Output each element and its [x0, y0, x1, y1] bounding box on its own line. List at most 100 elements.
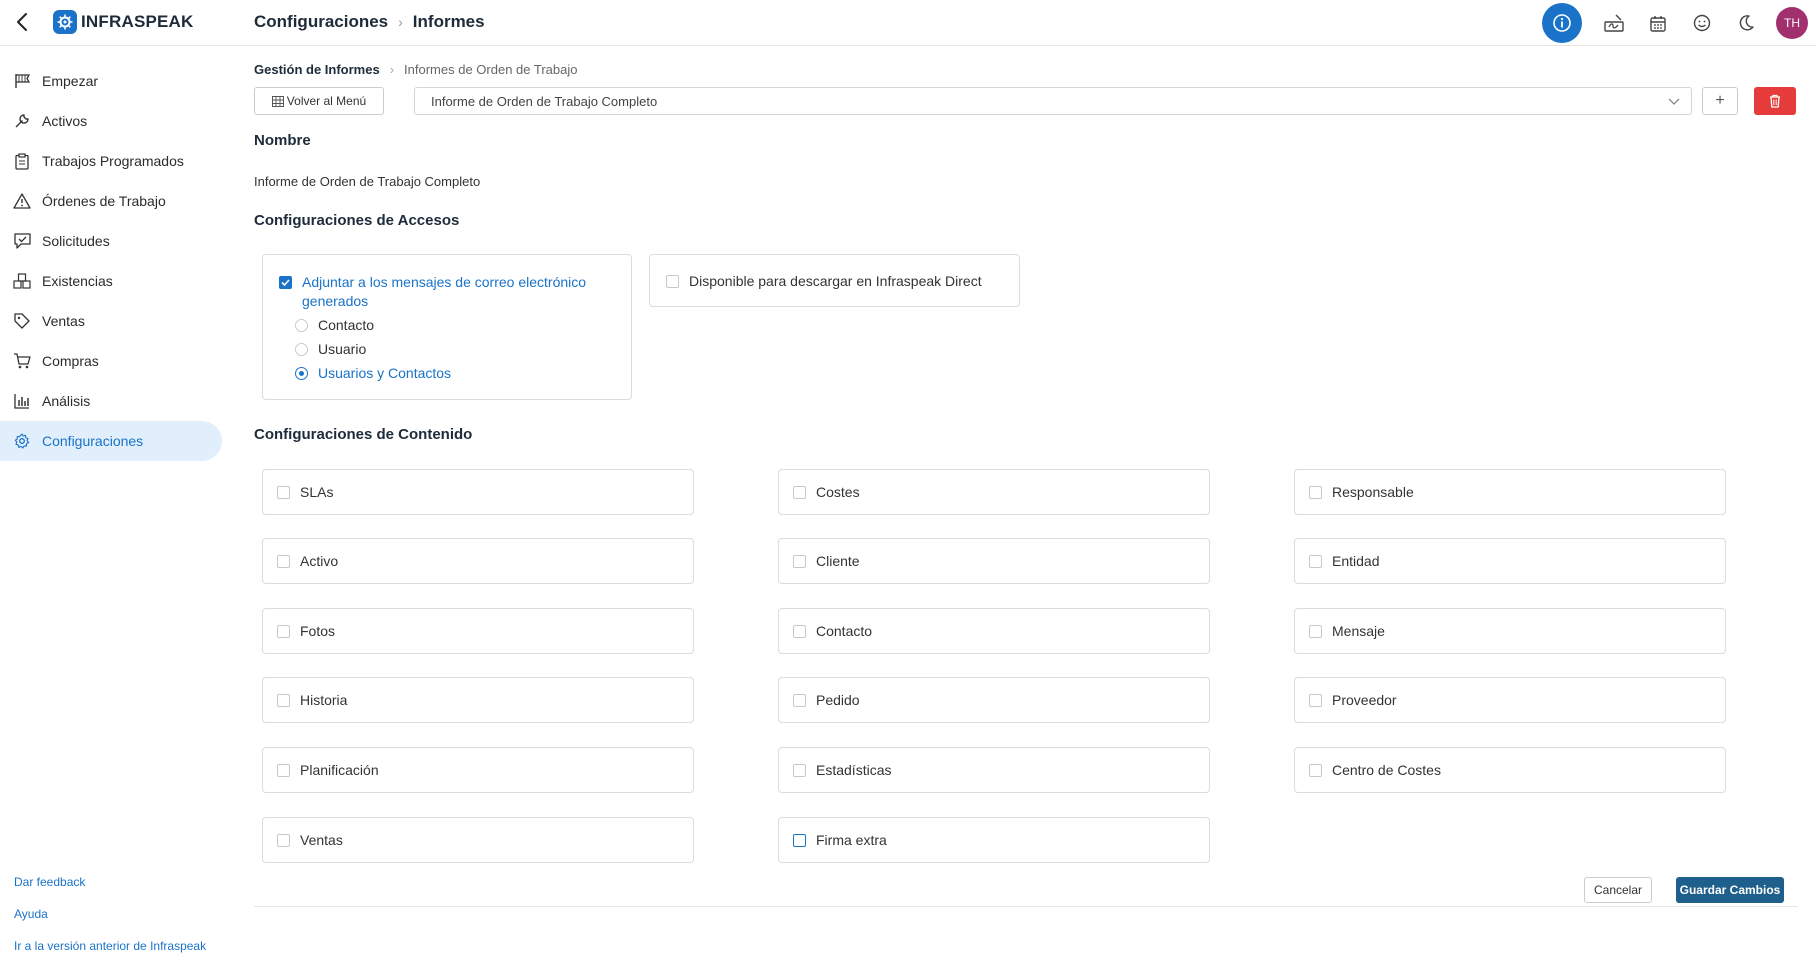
- app-logo[interactable]: INFRASPEAK: [53, 10, 194, 34]
- tag-icon: [12, 311, 32, 331]
- report-select[interactable]: Informe de Orden de Trabajo Completo: [414, 87, 1692, 115]
- content-option-proveedor[interactable]: Proveedor: [1294, 677, 1726, 723]
- sidebar-item-solicitudes[interactable]: Solicitudes: [0, 221, 222, 261]
- sidebar-item-activos[interactable]: Activos: [0, 101, 222, 141]
- content-option-label: Mensaje: [1332, 623, 1385, 639]
- avatar[interactable]: TH: [1776, 7, 1808, 39]
- checkbox-icon[interactable]: [277, 693, 290, 707]
- back-arrow-icon[interactable]: [10, 10, 34, 34]
- previous-version-link[interactable]: Ir a la versión anterior de Infraspeak: [14, 939, 206, 953]
- help-link[interactable]: Ayuda: [14, 907, 48, 921]
- sidebar-item-empezar[interactable]: Empezar: [0, 61, 222, 101]
- top-bar: INFRASPEAK Configuraciones › Informes TH: [0, 0, 1816, 46]
- sidebar-item-analisis[interactable]: Análisis: [0, 381, 222, 421]
- direct-download-label: Disponible para descargar en Infraspeak …: [689, 273, 982, 289]
- direct-download-card[interactable]: Disponible para descargar en Infraspeak …: [649, 254, 1020, 307]
- sidebar-item-label: Compras: [42, 353, 99, 369]
- header-breadcrumb: Configuraciones › Informes: [254, 12, 485, 32]
- content-option-label: Entidad: [1332, 553, 1380, 569]
- checkbox-icon[interactable]: [1309, 554, 1322, 568]
- logo-text: INFRASPEAK: [81, 12, 194, 31]
- radio-usuarios-y-contactos-label: Usuarios y Contactos: [318, 365, 452, 381]
- email-attach-card: Adjuntar a los mensajes de correo electr…: [262, 254, 632, 400]
- smiley-icon[interactable]: [1682, 3, 1722, 43]
- content-option-centro-de-costes[interactable]: Centro de Costes: [1294, 747, 1726, 793]
- content-option-estadisticas[interactable]: Estadísticas: [778, 747, 1210, 793]
- cancel-button[interactable]: Cancelar: [1584, 877, 1652, 903]
- checkbox-icon[interactable]: [1309, 763, 1322, 777]
- content-option-fotos[interactable]: Fotos: [262, 608, 694, 654]
- breadcrumb: Gestión de Informes › Informes de Orden …: [254, 62, 577, 77]
- sidebar-item-ventas[interactable]: Ventas: [0, 301, 222, 341]
- sidebar-item-ordenes-de-trabajo[interactable]: Órdenes de Trabajo: [0, 181, 222, 221]
- checkbox-icon[interactable]: [793, 763, 806, 777]
- delete-report-button[interactable]: [1754, 87, 1796, 115]
- content-option-planificacion[interactable]: Planificación: [262, 747, 694, 793]
- content-option-historia[interactable]: Historia: [262, 677, 694, 723]
- content-option-activo[interactable]: Activo: [262, 538, 694, 584]
- content-option-contacto[interactable]: Contacto: [778, 608, 1210, 654]
- sidebar-item-configuraciones[interactable]: Configuraciones: [0, 421, 222, 461]
- content-option-cliente[interactable]: Cliente: [778, 538, 1210, 584]
- breadcrumb-configuraciones[interactable]: Configuraciones: [254, 12, 388, 32]
- checkbox-icon[interactable]: [793, 693, 806, 707]
- direct-download-checkbox[interactable]: Disponible para descargar en Infraspeak …: [666, 273, 982, 289]
- attach-email-checkbox[interactable]: Adjuntar a los mensajes de correo electr…: [279, 273, 619, 311]
- infraspeak-logo-icon: [53, 10, 77, 34]
- checkbox-icon[interactable]: [666, 274, 679, 288]
- radio-contacto-label: Contacto: [318, 317, 375, 333]
- content-option-responsable[interactable]: Responsable: [1294, 469, 1726, 515]
- sidebar-item-existencias[interactable]: Existencias: [0, 261, 222, 301]
- content-option-entidad[interactable]: Entidad: [1294, 538, 1726, 584]
- access-section-title: Configuraciones de Accesos: [254, 212, 460, 229]
- calendar-icon[interactable]: [1638, 3, 1678, 43]
- radio-icon[interactable]: [295, 318, 308, 332]
- signature-icon[interactable]: [1594, 3, 1634, 43]
- chat-check-icon: [12, 231, 32, 251]
- moon-icon[interactable]: [1726, 3, 1766, 43]
- sidebar-item-label: Órdenes de Trabajo: [42, 193, 166, 209]
- content-option-costes[interactable]: Costes: [778, 469, 1210, 515]
- flag-icon: [12, 71, 32, 91]
- checkbox-icon[interactable]: [1309, 624, 1322, 638]
- content-option-firma-extra[interactable]: Firma extra: [778, 817, 1210, 863]
- content-option-label: Planificación: [300, 762, 379, 778]
- info-icon[interactable]: [1542, 3, 1582, 43]
- radio-icon[interactable]: [295, 342, 308, 356]
- checkbox-icon[interactable]: [1309, 693, 1322, 707]
- content-option-ventas[interactable]: Ventas: [262, 817, 694, 863]
- back-to-menu-button[interactable]: Volver al Menú: [254, 87, 384, 115]
- checkbox-icon[interactable]: [277, 833, 290, 847]
- checkbox-icon[interactable]: [793, 485, 806, 499]
- checkbox-icon[interactable]: [793, 624, 806, 638]
- radio-contacto[interactable]: Contacto: [295, 317, 374, 333]
- sidebar: Empezar Activos Trabajos Programados Órd…: [0, 46, 230, 972]
- checkbox-icon[interactable]: [277, 624, 290, 638]
- checkbox-icon[interactable]: [793, 833, 806, 847]
- feedback-link[interactable]: Dar feedback: [14, 875, 85, 889]
- content-option-slas[interactable]: SLAs: [262, 469, 694, 515]
- radio-usuario-label: Usuario: [318, 341, 367, 357]
- content-option-label: Ventas: [300, 832, 343, 848]
- radio-usuario[interactable]: Usuario: [295, 341, 366, 357]
- radio-usuarios-y-contactos[interactable]: Usuarios y Contactos: [295, 365, 451, 381]
- sidebar-item-label: Empezar: [42, 73, 99, 89]
- checkbox-icon[interactable]: [277, 485, 290, 499]
- content-option-label: Centro de Costes: [1332, 762, 1441, 778]
- page-title: Informes: [412, 12, 485, 31]
- checkbox-icon[interactable]: [277, 763, 290, 777]
- checkbox-icon[interactable]: [793, 554, 806, 568]
- checkbox-icon[interactable]: [1309, 485, 1322, 499]
- checkbox-icon[interactable]: [277, 554, 290, 568]
- add-report-button[interactable]: +: [1702, 87, 1738, 115]
- sidebar-item-compras[interactable]: Compras: [0, 341, 222, 381]
- save-button[interactable]: Guardar Cambios: [1676, 877, 1784, 903]
- chevron-right-icon: ›: [389, 62, 395, 77]
- radio-selected-icon[interactable]: [295, 366, 308, 380]
- content-option-pedido[interactable]: Pedido: [778, 677, 1210, 723]
- sidebar-item-label: Existencias: [42, 273, 113, 289]
- content-option-mensaje[interactable]: Mensaje: [1294, 608, 1726, 654]
- breadcrumb-gestion-de-informes[interactable]: Gestión de Informes: [254, 62, 380, 77]
- checkbox-checked-icon[interactable]: [279, 276, 292, 289]
- sidebar-item-trabajos-programados[interactable]: Trabajos Programados: [0, 141, 222, 181]
